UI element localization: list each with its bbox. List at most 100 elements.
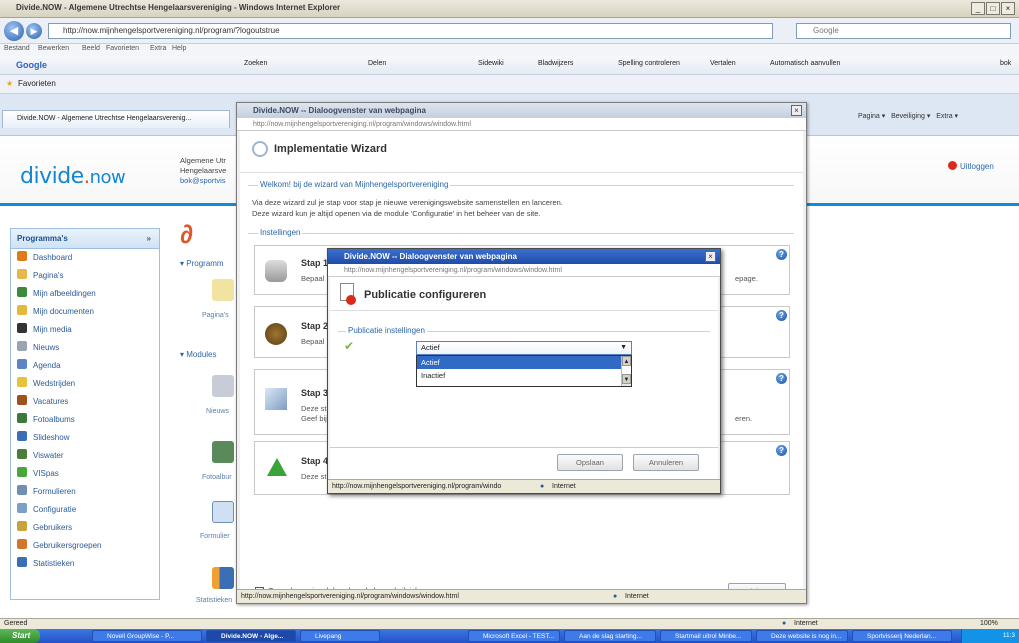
module-label[interactable]: Statistieken xyxy=(196,597,232,604)
clock[interactable]: 11:3 xyxy=(1003,632,1015,639)
help-icon[interactable]: ? xyxy=(776,249,787,260)
pages-module-icon[interactable] xyxy=(212,279,234,301)
menu-edit[interactable]: Bewerken xyxy=(38,45,69,52)
step-1-title: Stap 1 xyxy=(301,258,329,268)
sidebar-item-vispas[interactable]: VISpas xyxy=(11,465,159,483)
search-input[interactable]: Google xyxy=(796,23,1011,39)
modules-header[interactable]: ▾ Modules xyxy=(180,350,217,359)
help-icon[interactable]: ? xyxy=(776,445,787,456)
sidebar-item-viswater[interactable]: Viswater xyxy=(11,447,159,465)
menu-tools[interactable]: Extra xyxy=(150,45,166,52)
sidebar-title[interactable]: Programma's » xyxy=(11,229,159,249)
taskbar-item[interactable]: Deze website is nog in... xyxy=(756,630,848,642)
taskbar-item[interactable]: Microsoft Excel - TEST... xyxy=(468,630,560,642)
command-security[interactable]: Beveiliging xyxy=(891,113,925,120)
site-logo[interactable]: divide.now xyxy=(20,164,126,189)
module-label[interactable]: Pagina's xyxy=(202,312,229,319)
toolbar-share-button[interactable]: Delen xyxy=(368,60,386,67)
taskbar-item[interactable]: Novell GroupWise - P... xyxy=(92,630,202,642)
logout-button[interactable]: Uitloggen xyxy=(948,161,994,171)
sidebar-item-wedstrijden[interactable]: Wedstrijden xyxy=(11,375,159,393)
org-name: Algemene Utr xyxy=(180,156,226,165)
toolbar-translate-button[interactable]: Vertalen xyxy=(710,60,736,67)
back-button[interactable]: ◀ xyxy=(4,21,24,41)
help-icon[interactable]: ? xyxy=(776,373,787,384)
menu-favorites[interactable]: Favorieten xyxy=(106,45,139,52)
photoalbums-module-icon[interactable] xyxy=(212,441,234,463)
start-button[interactable]: Start xyxy=(0,629,40,643)
toolbar-search-button[interactable]: Zoeken xyxy=(244,60,267,67)
command-tools[interactable]: Extra xyxy=(936,113,952,120)
help-icon[interactable]: ? xyxy=(776,310,787,321)
minimize-button[interactable]: _ xyxy=(971,2,985,15)
sidebar-item-mijn-media[interactable]: Mijn media xyxy=(11,321,159,339)
sidebar-item-gebruikers[interactable]: Gebruikers xyxy=(11,519,159,537)
menu-view[interactable]: Beeld xyxy=(82,45,100,52)
module-label[interactable]: Nieuws xyxy=(206,408,229,415)
sidebar-item-icon xyxy=(17,413,27,423)
command-page[interactable]: Pagina xyxy=(858,113,880,120)
forms-module-icon[interactable] xyxy=(212,501,234,523)
module-label[interactable]: Formulier xyxy=(200,533,230,540)
sidebar-item-configuratie[interactable]: Configuratie xyxy=(11,501,159,519)
toolbar-sidewiki-button[interactable]: Sidewiki xyxy=(478,60,504,67)
logo-now: now xyxy=(89,167,126,188)
globe-icon: ● xyxy=(613,593,618,600)
toolbar-spellcheck-button[interactable]: Spelling controleren xyxy=(618,60,680,67)
favorites-button[interactable]: Favorieten xyxy=(18,79,56,88)
toolbar-bookmarks-button[interactable]: Bladwijzers xyxy=(538,60,573,67)
toolbar-user[interactable]: bok xyxy=(1000,60,1011,67)
menu-file[interactable]: Bestand xyxy=(4,45,30,52)
forward-button[interactable]: ▶ xyxy=(26,23,42,39)
sidebar-item-statistieken[interactable]: Statistieken xyxy=(11,555,159,573)
taskbar-item-active[interactable]: Divide.NOW - Alge... xyxy=(206,630,296,642)
wizard-close-icon[interactable]: × xyxy=(791,105,802,116)
sidebar-title-label: Programma's xyxy=(17,234,68,243)
sidebar-item-mijn-documenten[interactable]: Mijn documenten xyxy=(11,303,159,321)
publish-title: Publicatie configureren xyxy=(364,289,487,301)
sidebar-item-icon xyxy=(17,287,27,297)
scroll-up-icon[interactable]: ▲ xyxy=(622,356,631,366)
sidebar-item-vacatures[interactable]: Vacatures xyxy=(11,393,159,411)
menu-help[interactable]: Help xyxy=(172,45,186,52)
org-email[interactable]: bok@sportvis xyxy=(180,176,226,186)
sidebar-item-gebruikersgroepen[interactable]: Gebruikersgroepen xyxy=(11,537,159,555)
browser-titlebar: Divide.NOW - Algemene Utrechtse Hengelaa… xyxy=(0,0,1019,18)
sidebar-item-fotoalbums[interactable]: Fotoalbums xyxy=(11,411,159,429)
programs-header[interactable]: ▾ Programm xyxy=(180,259,224,268)
taskbar-item[interactable]: Startmail uitrol Minbe... xyxy=(660,630,752,642)
scroll-down-icon[interactable]: ▼ xyxy=(622,374,631,384)
sidebar-item-dashboard[interactable]: Dashboard xyxy=(11,249,159,267)
sidebar-item-slideshow[interactable]: Slideshow xyxy=(11,429,159,447)
collapse-icon[interactable]: » xyxy=(147,229,151,249)
module-label[interactable]: Fotoalbur xyxy=(202,474,232,481)
sidebar-item-mijn-afbeeldingen[interactable]: Mijn afbeeldingen xyxy=(11,285,159,303)
address-bar[interactable]: http://now.mijnhengelsportvereniging.nl/… xyxy=(48,23,773,39)
close-window-button[interactable]: × xyxy=(1001,2,1015,15)
statistics-module-icon[interactable] xyxy=(212,567,234,589)
dropdown-scrollbar[interactable]: ▲ ▼ xyxy=(621,356,631,386)
option-inactive[interactable]: Inactief xyxy=(417,369,621,382)
maximize-button[interactable]: □ xyxy=(986,2,1000,15)
publish-close-icon[interactable]: × xyxy=(705,251,716,262)
zoom-level[interactable]: 100% xyxy=(980,620,998,627)
taskbar-item[interactable]: Sportvisserij Nederlan... xyxy=(852,630,952,642)
publish-dialog: Divide.NOW -- Dialoogvenster van webpagi… xyxy=(327,248,721,494)
sidebar-item-nieuws[interactable]: Nieuws xyxy=(11,339,159,357)
toolbar-autofill-button[interactable]: Automatisch aanvullen xyxy=(770,60,840,67)
sidebar-item-pagina-s[interactable]: Pagina's xyxy=(11,267,159,285)
step-3-desc: Deze st xyxy=(301,404,327,413)
sidebar-item-formulieren[interactable]: Formulieren xyxy=(11,483,159,501)
browser-tab[interactable]: Divide.NOW - Algemene Utrechtse Hengelaa… xyxy=(2,110,230,128)
taskbar-item[interactable]: Livepang xyxy=(300,630,380,642)
save-button[interactable]: Opslaan xyxy=(557,454,623,471)
news-module-icon[interactable] xyxy=(212,375,234,397)
scroll-track[interactable] xyxy=(622,366,631,374)
cancel-button[interactable]: Annuleren xyxy=(633,454,699,471)
taskbar-item[interactable]: Aan de slag starting... xyxy=(564,630,656,642)
status-select[interactable]: Actief ▼ xyxy=(416,341,632,355)
option-active[interactable]: Actief xyxy=(417,356,621,369)
sidebar-item-agenda[interactable]: Agenda xyxy=(11,357,159,375)
database-icon xyxy=(265,260,287,282)
chevron-down-icon[interactable]: ▼ xyxy=(620,342,627,354)
